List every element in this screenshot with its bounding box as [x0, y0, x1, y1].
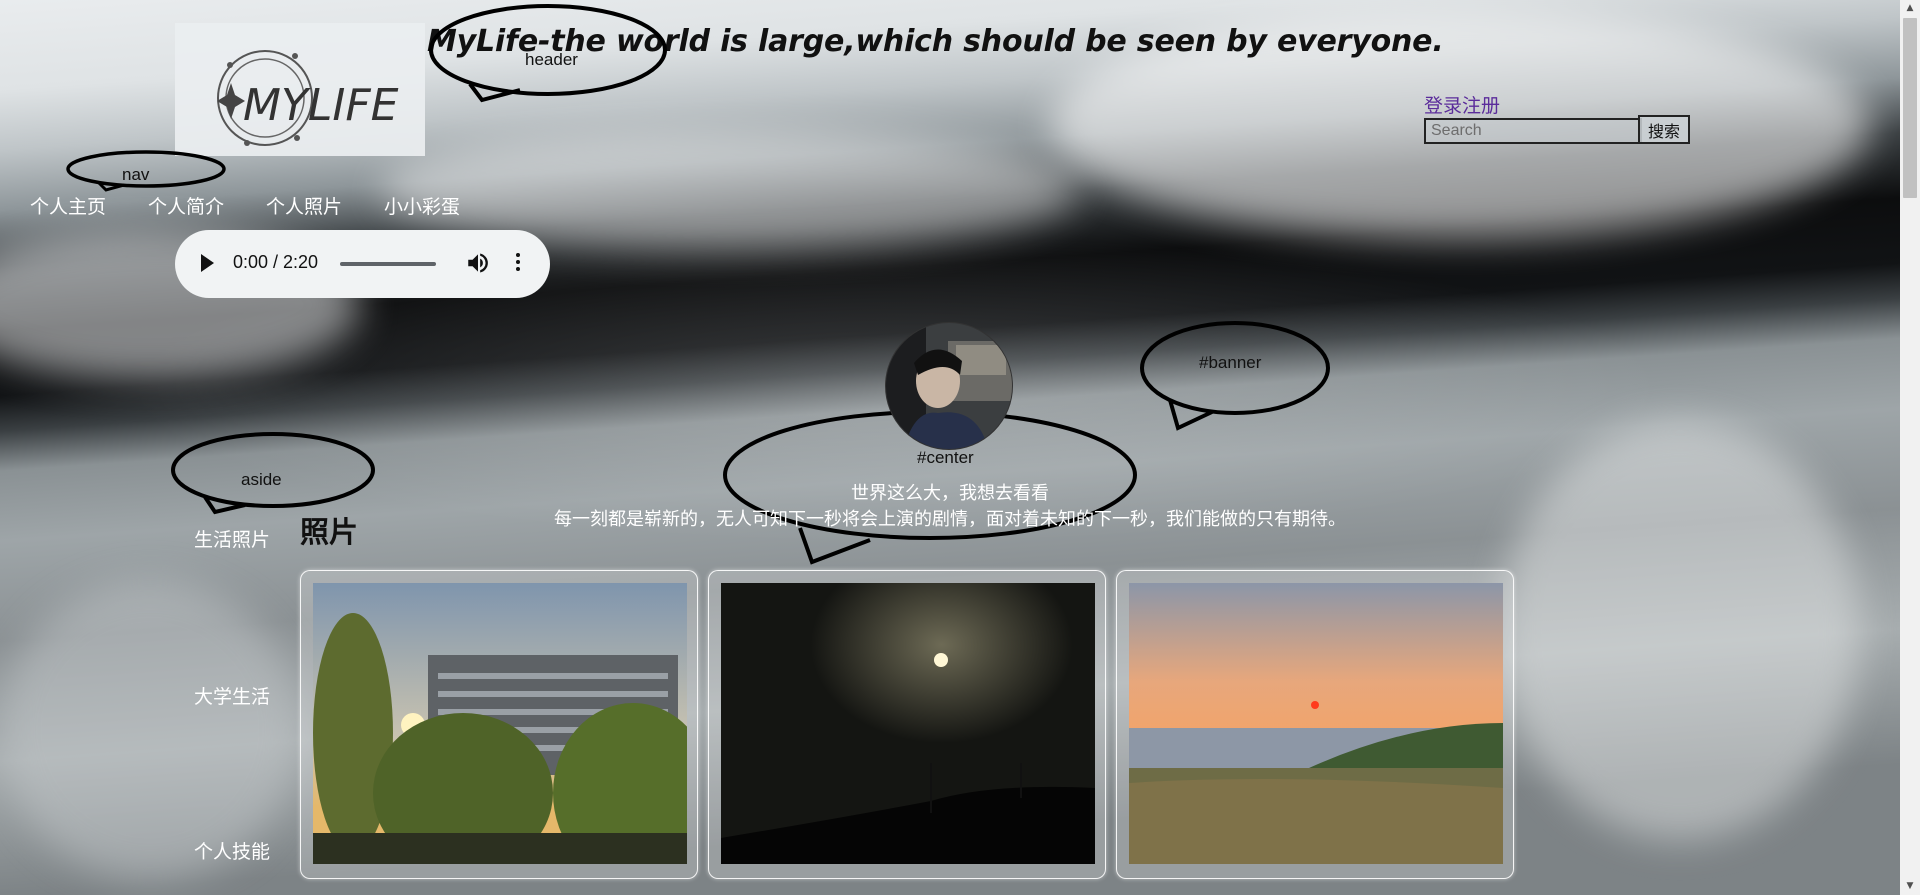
banner-subtitle: 每一刻都是崭新的，无人可知下一秒将会上演的剧情，面对着未知的下一秒，我们能做的只…	[554, 509, 1346, 530]
background-frost	[1500, 420, 1860, 840]
photo-card[interactable]	[1116, 570, 1514, 879]
volume-icon[interactable]	[465, 250, 491, 276]
banner-annotation: #banner	[1199, 353, 1262, 372]
night-moon-photo[interactable]	[721, 583, 1095, 864]
nav-item-profile[interactable]: 个人简介	[148, 192, 224, 219]
nav-item-home[interactable]: 个人主页	[30, 192, 106, 219]
nav-annotation: nav	[122, 165, 150, 184]
site-title: MyLife-the world is large,which should b…	[427, 24, 1444, 59]
mountain-sunset-photo[interactable]	[1129, 583, 1503, 864]
page-scrollbar[interactable]: ▲ ▼	[1900, 0, 1920, 895]
aside-item-college-life[interactable]: 大学生活	[194, 682, 270, 709]
aside-item-skills[interactable]: 个人技能	[194, 837, 270, 864]
banner-title: 世界这么大，我想去看看	[851, 483, 1049, 504]
aside-annotation: aside	[241, 470, 282, 489]
center-annotation: #center	[917, 448, 974, 467]
photo-card[interactable]	[300, 570, 698, 879]
header-annotation: header	[525, 50, 578, 69]
nav-item-photos[interactable]: 个人照片	[266, 192, 342, 219]
audio-player: 0:00 / 2:20	[175, 230, 550, 298]
scrollbar-thumb[interactable]	[1903, 18, 1917, 198]
login-register-link[interactable]: 登录注册	[1424, 91, 1500, 118]
scroll-up-icon[interactable]: ▲	[1900, 0, 1920, 17]
play-icon[interactable]	[201, 254, 214, 272]
more-options-icon[interactable]	[515, 251, 521, 277]
scroll-down-icon[interactable]: ▼	[1900, 878, 1920, 895]
background-frost	[0, 580, 300, 880]
search-button[interactable]: 搜索	[1638, 115, 1690, 144]
aside-item-life-photos[interactable]: 生活照片	[194, 525, 270, 552]
avatar	[885, 322, 1013, 450]
audio-time: 0:00 / 2:20	[233, 252, 319, 272]
audio-progress-slider[interactable]	[340, 262, 436, 266]
main-nav: 个人主页 个人简介 个人照片 小小彩蛋	[30, 192, 502, 219]
sunset-building-photo[interactable]	[313, 583, 687, 864]
logo-graphic: MYLIFE	[217, 50, 399, 146]
nav-item-easter-egg[interactable]: 小小彩蛋	[384, 192, 460, 219]
photo-card[interactable]	[708, 570, 1106, 879]
photos-heading: 照片	[300, 515, 359, 549]
logo-text: MYLIFE	[243, 80, 399, 131]
site-logo[interactable]: MYLIFE	[175, 23, 425, 156]
search-input[interactable]	[1424, 118, 1642, 144]
